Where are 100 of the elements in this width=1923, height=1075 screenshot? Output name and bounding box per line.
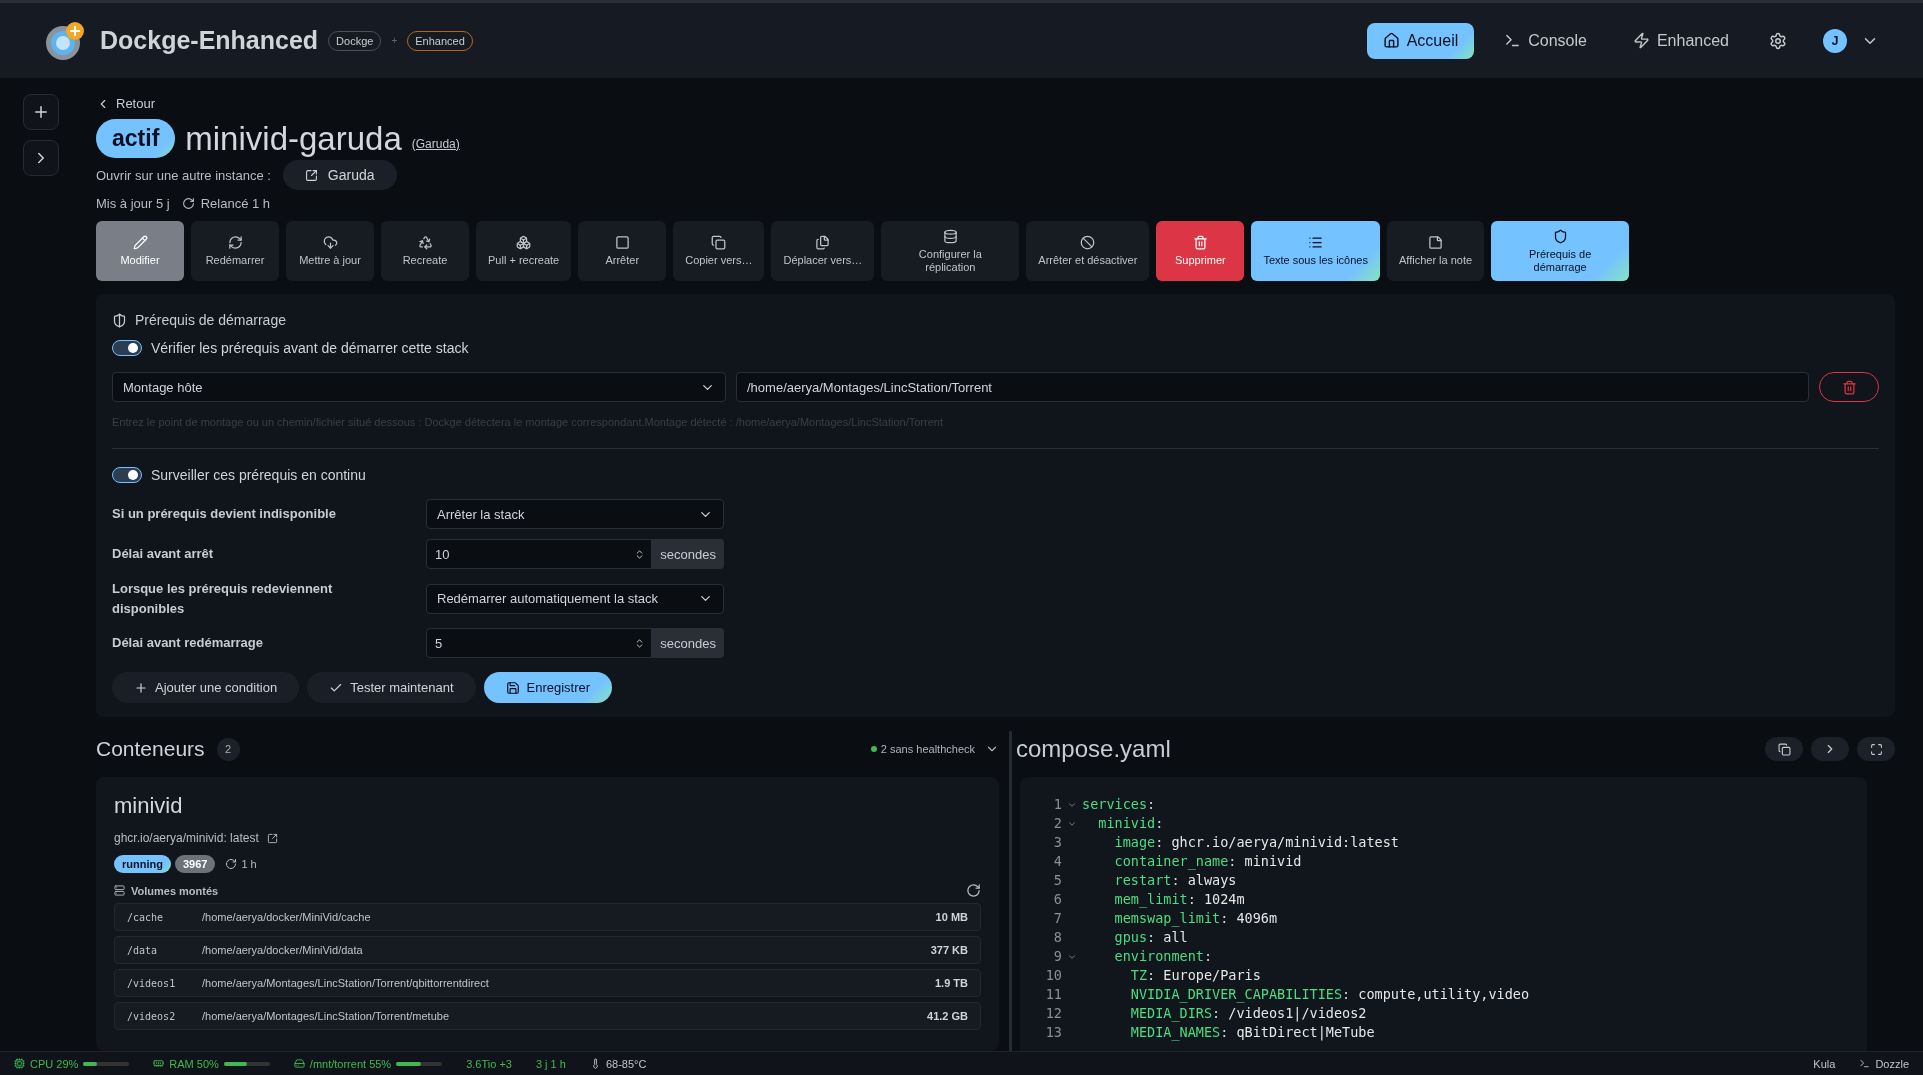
source-path: /home/aerya/docker/MiniVid/data xyxy=(202,944,364,956)
toolbar-button[interactable]: Afficher la note xyxy=(1386,221,1485,281)
source-path: /home/aerya/Montages/LincStation/Torrent/metube xyxy=(202,1010,451,1022)
setting-select[interactable]: Redémarrer automatiquement la stack xyxy=(426,583,724,614)
host-link[interactable]: (Garuda) xyxy=(411,136,460,151)
number-field[interactable]: 10 xyxy=(426,539,653,569)
action-button[interactable]: Tester maintenant xyxy=(307,672,476,703)
refresh-icon xyxy=(181,197,195,210)
pencil-icon xyxy=(132,235,148,251)
status-link[interactable]: Dozzle xyxy=(1859,1057,1909,1070)
terminal-icon xyxy=(1859,1058,1871,1069)
copy-icon xyxy=(1777,742,1791,756)
trash-icon xyxy=(1192,235,1208,251)
mount-path: /videos1 xyxy=(127,977,177,989)
condition-select[interactable]: Montage hôte xyxy=(112,372,726,402)
code-line: TZ: Europe/Paris xyxy=(1129,966,1261,985)
code-line: image: ghcr.io/aerya/minivid:latest xyxy=(1113,833,1399,852)
panel-title: Prérequis de démarrage xyxy=(112,312,1879,328)
toggle-switch[interactable] xyxy=(112,467,142,483)
status-text: 68-85°C xyxy=(605,1057,647,1070)
line-number: 1 xyxy=(1052,795,1062,814)
trash-icon xyxy=(1841,379,1857,395)
count-badge: 2 xyxy=(216,737,240,761)
stop-icon xyxy=(614,235,630,251)
status-link[interactable]: Kula xyxy=(1813,1057,1836,1070)
line-number: 12 xyxy=(1044,1004,1062,1023)
cloud-download-icon xyxy=(322,235,338,251)
back-link[interactable]: Retour xyxy=(96,96,156,111)
uptime-text: 1 h xyxy=(225,858,257,870)
setting-label: Si un prérequis devient indisponible xyxy=(112,505,337,524)
toolbar-button[interactable]: Pull + recreate xyxy=(476,221,572,281)
gear-icon xyxy=(1769,31,1787,50)
toolbar-button[interactable]: Redémarrer xyxy=(191,221,279,281)
instance-button[interactable]: Garuda xyxy=(282,160,397,190)
volume-size: 41.2 GB xyxy=(927,1010,968,1022)
toolbar-button[interactable]: Copier vers… xyxy=(673,221,765,281)
action-button[interactable]: Enregistrer xyxy=(483,672,613,703)
mount-path: /data xyxy=(127,944,159,956)
nav-link[interactable]: Console xyxy=(1488,22,1603,59)
unit-label: secondes xyxy=(652,539,724,569)
line-number: 2 xyxy=(1052,814,1062,833)
status-text: CPU 29% xyxy=(30,1057,79,1070)
health-filter[interactable]: 2 sans healthcheck xyxy=(870,742,999,756)
toolbar-button[interactable]: Texte sous les icônes xyxy=(1251,221,1380,281)
code-line: services: xyxy=(1082,795,1156,814)
toolbar-button[interactable]: Configurer la réplication xyxy=(881,221,1020,281)
code-line: memswap_limit: 4096m xyxy=(1113,909,1278,928)
path-field[interactable]: /home/aerya/Montages/LincStation/Torrent xyxy=(736,372,1809,402)
line-number: 6 xyxy=(1052,890,1062,909)
status-text: RAM 50% xyxy=(169,1057,219,1070)
plus-sign: + xyxy=(391,35,398,46)
toolbar-button[interactable]: Déplacer vers… xyxy=(771,221,875,281)
fullscreen-button[interactable] xyxy=(1857,737,1895,761)
toolbar-button[interactable]: Recreate xyxy=(381,221,469,281)
volume-size: 1.9 TB xyxy=(935,977,968,989)
external-link-icon[interactable] xyxy=(266,832,278,844)
line-number: 13 xyxy=(1044,1023,1062,1042)
add-button[interactable] xyxy=(23,94,59,130)
section-title: Conteneurs xyxy=(96,737,205,761)
toolbar-button[interactable]: Prérequis de démarrage xyxy=(1491,221,1630,281)
toolbar-button[interactable]: Modifier xyxy=(96,221,184,281)
code-line: restart: always xyxy=(1113,871,1237,890)
mount-path: /cache xyxy=(127,911,165,923)
toolbar-button[interactable]: Supprimer xyxy=(1156,221,1245,281)
copy-button[interactable] xyxy=(1765,737,1803,761)
source-path: /home/aerya/Montages/LincStation/Torrent/qbittorrentdirect xyxy=(202,977,490,989)
nav-link[interactable]: Enhanced xyxy=(1616,22,1745,59)
home-icon xyxy=(1382,32,1400,49)
number-field[interactable]: 5 xyxy=(426,628,653,658)
files-icon xyxy=(815,235,831,251)
copy-icon xyxy=(711,235,727,251)
code-line: environment: xyxy=(1113,947,1213,966)
refresh-icon[interactable] xyxy=(966,883,981,898)
nav-link[interactable]: Accueil xyxy=(1366,22,1475,59)
app-title: Dockge-Enhanced xyxy=(100,26,319,55)
container-name: minivid xyxy=(114,793,184,819)
setting-label: Lorsque les prérequis redeviennent disponibles xyxy=(112,580,334,618)
toggle-label: Vérifier les prérequis avant de démarrer cette stack xyxy=(151,340,469,356)
lightning-icon xyxy=(1632,32,1650,49)
code-line: minivid: xyxy=(1097,814,1164,833)
toolbar-button[interactable]: Arrêter et désactiver xyxy=(1026,221,1150,281)
toolbar-button[interactable]: Mettre à jour xyxy=(286,221,374,281)
user-avatar[interactable]: J xyxy=(1823,28,1847,53)
action-button[interactable]: Ajouter une condition xyxy=(112,672,300,703)
fullscreen-icon xyxy=(1869,742,1883,756)
toolbar-button[interactable]: Arrêter xyxy=(578,221,667,281)
refresh-icon xyxy=(225,858,238,870)
refresh-icon xyxy=(227,235,243,251)
plus-icon xyxy=(32,103,50,121)
line-number: 11 xyxy=(1044,985,1062,1004)
source-path: /home/aerya/docker/MiniVid/cache xyxy=(202,911,372,923)
toggle-switch[interactable] xyxy=(112,340,142,356)
setting-select[interactable]: Arrêter la stack xyxy=(426,499,724,529)
file-title: compose.yaml xyxy=(1016,735,1171,763)
pid-badge: 3967 xyxy=(174,855,216,873)
line-number: 9 xyxy=(1052,947,1062,966)
database-icon xyxy=(942,229,958,245)
server-icon xyxy=(114,885,125,896)
ban-icon xyxy=(1080,235,1096,251)
code-editor[interactable] xyxy=(1020,777,1867,1051)
